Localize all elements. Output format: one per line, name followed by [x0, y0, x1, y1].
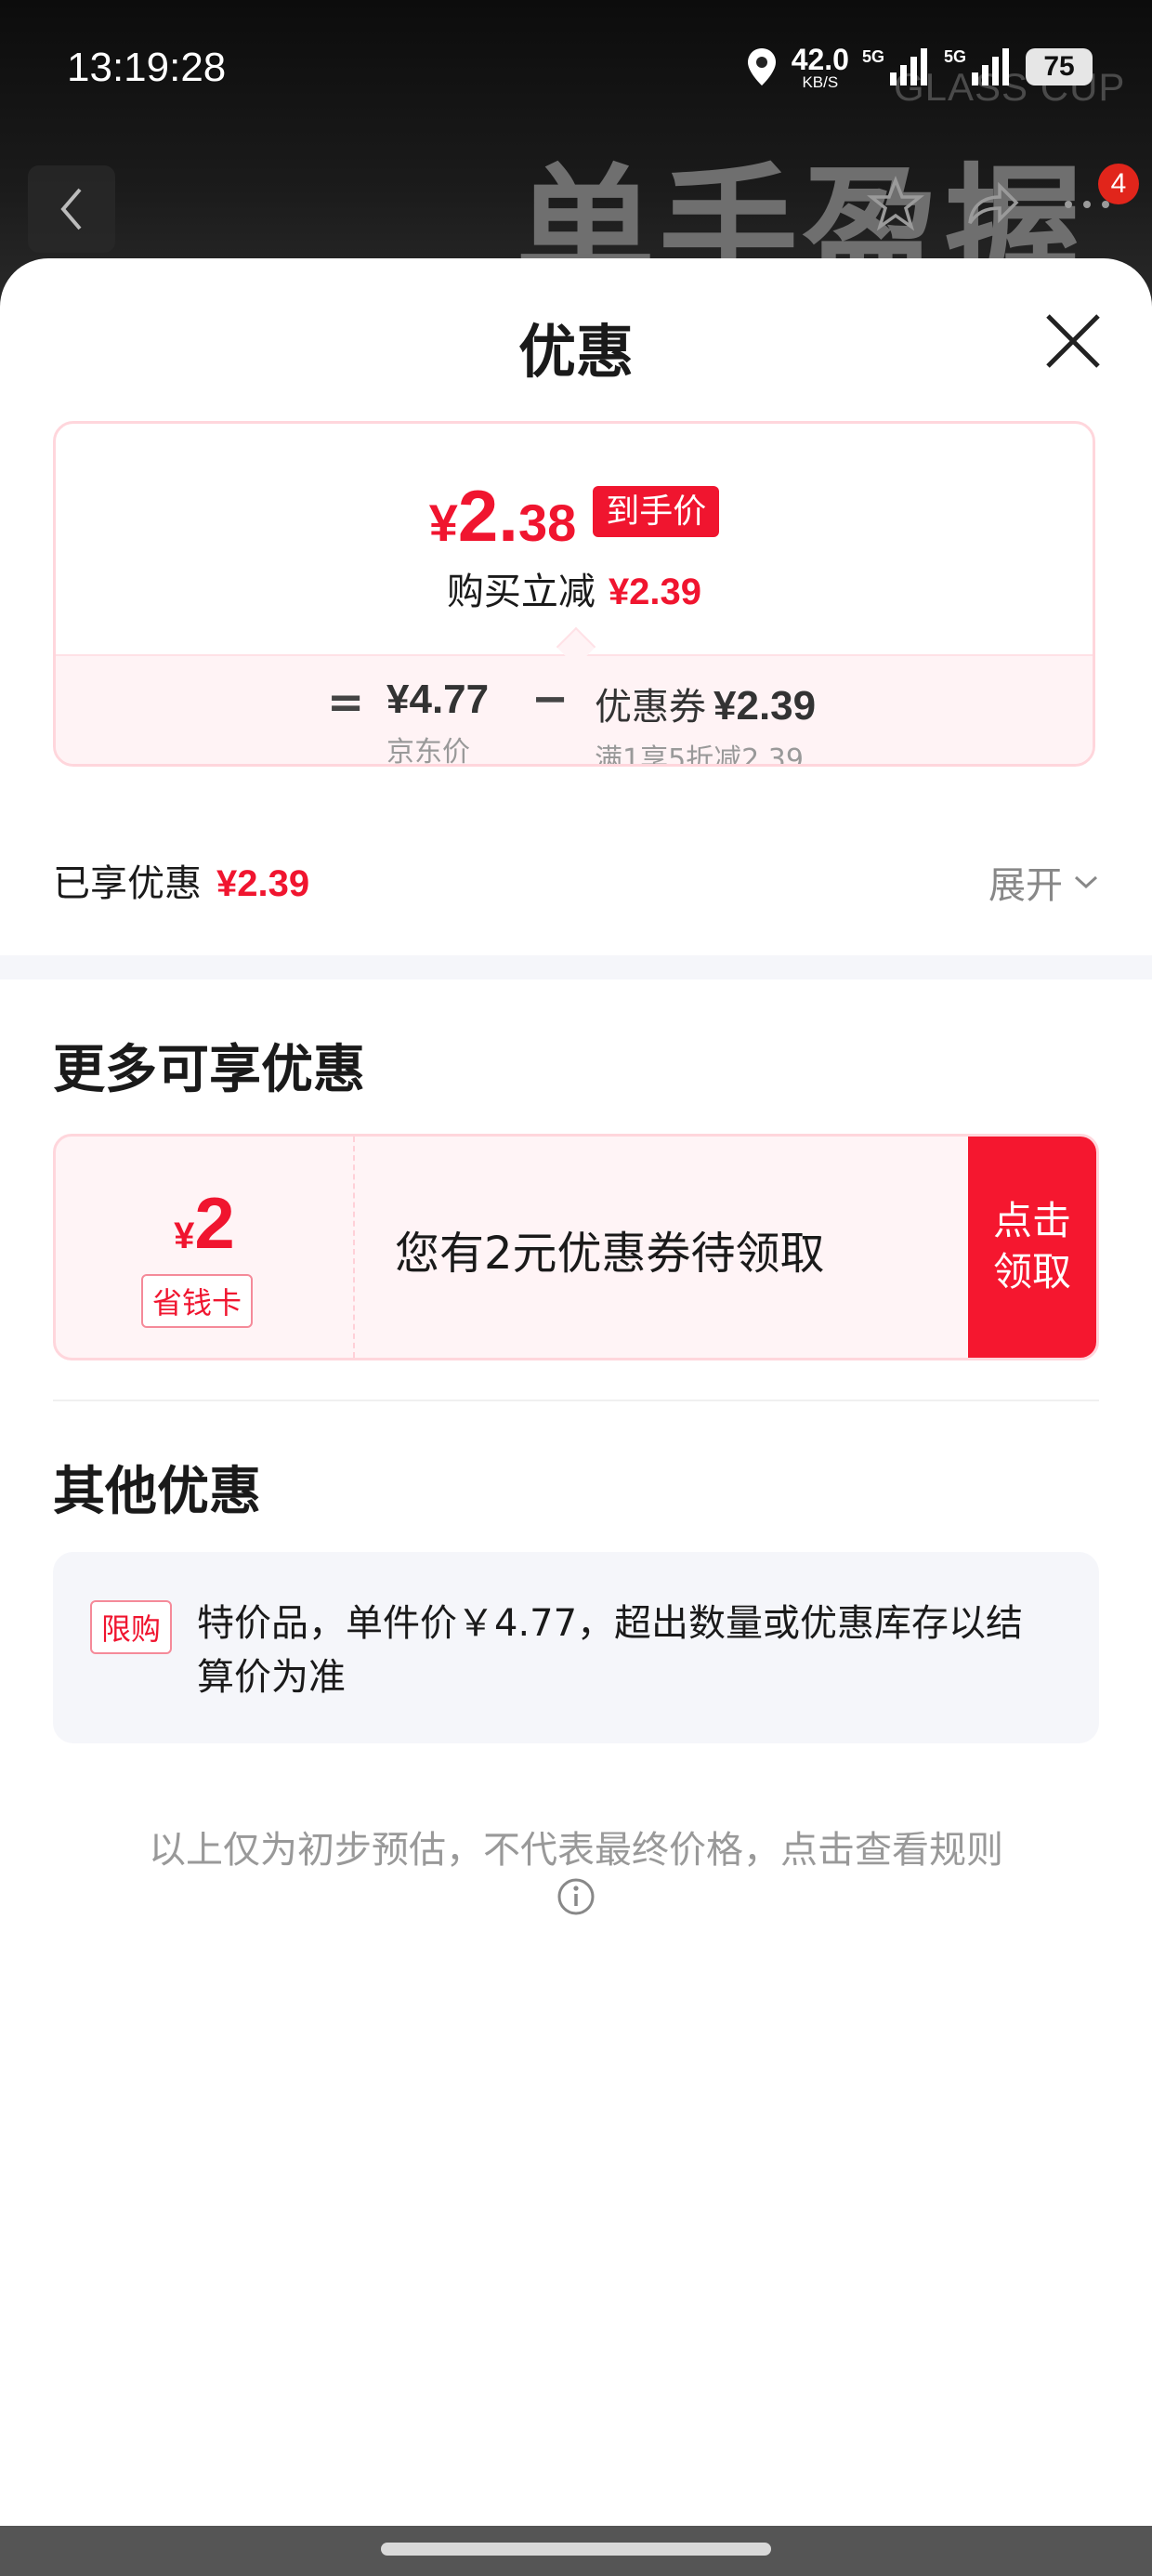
chevron-down-icon [1074, 875, 1098, 889]
jd-price-block: ¥4.77 京东价 [386, 677, 490, 767]
cart-badge: 4 [1098, 164, 1139, 204]
coupon-note: 满1享5折减2.39 [595, 743, 804, 767]
info-icon[interactable] [556, 1876, 596, 1917]
product-nav-icons [866, 175, 1115, 234]
battery-indicator: 75 [1026, 48, 1093, 85]
instant-discount-label: 购买立减 [446, 571, 596, 613]
more-discounts-heading: 更多可享优惠 [53, 1040, 365, 1100]
claim-button-line2: 领取 [992, 1249, 1071, 1295]
rules-disclaimer-link[interactable]: 以上仅为初步预估，不代表最终价格，点击查看规则 [0, 1820, 1152, 1873]
status-icons: 42.0 KB/S 5G 5G 75 [745, 39, 1093, 95]
coupon-card: ¥2 省钱卡 您有2元优惠券待领取 点击 领取 [53, 1134, 1099, 1360]
home-indicator[interactable] [381, 2543, 771, 2556]
final-price-row: ¥2.38 到手价 [56, 480, 1093, 552]
section-divider [0, 955, 1152, 979]
network-speed: 42.0 KB/S [791, 42, 849, 91]
jd-price-label: 京东价 [386, 736, 470, 767]
claim-button-line1: 点击 [992, 1198, 1071, 1244]
coupon-block: 优惠券 ¥2.39 满1享5折减2.39 [595, 677, 817, 767]
coupon-label: 优惠券 [595, 686, 706, 729]
enjoyed-label: 已享优惠 [53, 862, 202, 905]
share-icon[interactable] [962, 175, 1022, 234]
signal-strength-icon [972, 48, 1009, 85]
sheet-title: 优惠 [517, 318, 634, 386]
enjoyed-discount: 已享优惠 ¥2.39 [53, 853, 309, 907]
coupon-value: ¥2.39 [713, 683, 817, 729]
close-icon[interactable] [1042, 310, 1104, 372]
coupon-description: 您有2元优惠券待领取 [395, 1228, 825, 1280]
instant-discount-line: 购买立减 ¥2.39 [56, 561, 1093, 615]
discount-sheet: 优惠 ¥2.38 到手价 购买立减 ¥2.39 = ¥4.77 京东价 − 优惠… [0, 258, 1152, 2526]
savings-card-tag: 省钱卡 [141, 1274, 254, 1328]
final-price-tag: 到手价 [593, 485, 720, 537]
instant-discount-value: ¥2.39 [608, 572, 702, 612]
star-icon[interactable] [866, 175, 925, 234]
coupon-amount-block: ¥2 省钱卡 [56, 1137, 355, 1358]
coupon-amount: ¥2 [174, 1182, 235, 1264]
price-formula: = ¥4.77 京东价 − 优惠券 ¥2.39 满1享5折减2.39 [56, 654, 1093, 767]
equals-sign: = [327, 677, 365, 729]
other-discounts-heading: 其他优惠 [53, 1462, 261, 1522]
location-icon [747, 48, 776, 85]
signal-1-label: 5G [861, 46, 884, 66]
signal-2-label: 5G [943, 46, 966, 66]
status-time: 13:19:28 [67, 45, 227, 90]
price-top: ¥2.38 到手价 购买立减 ¥2.39 [56, 424, 1093, 654]
expand-toggle[interactable]: 展开 [988, 855, 1100, 909]
final-price: ¥2.38 [428, 475, 577, 557]
enjoyed-value: ¥2.39 [216, 863, 310, 904]
divider [53, 1400, 1099, 1401]
chevron-left-icon [60, 188, 82, 230]
minus-sign: − [531, 673, 569, 725]
claim-coupon-button[interactable]: 点击 领取 [968, 1137, 1096, 1358]
jd-price: ¥4.77 [386, 677, 490, 722]
signal-strength-icon [889, 48, 927, 85]
limit-description: 特价品，单件价￥4.77，超出数量或优惠库存以结算价为准 [197, 1602, 1024, 1699]
limit-tag: 限购 [90, 1600, 173, 1654]
purchase-limit-notice: 限购 特价品，单件价￥4.77，超出数量或优惠库存以结算价为准 [53, 1552, 1099, 1743]
back-button[interactable] [28, 165, 115, 253]
expand-label: 展开 [988, 864, 1063, 907]
price-summary-card: ¥2.38 到手价 购买立减 ¥2.39 = ¥4.77 京东价 − 优惠券 ¥2.… [53, 421, 1095, 767]
